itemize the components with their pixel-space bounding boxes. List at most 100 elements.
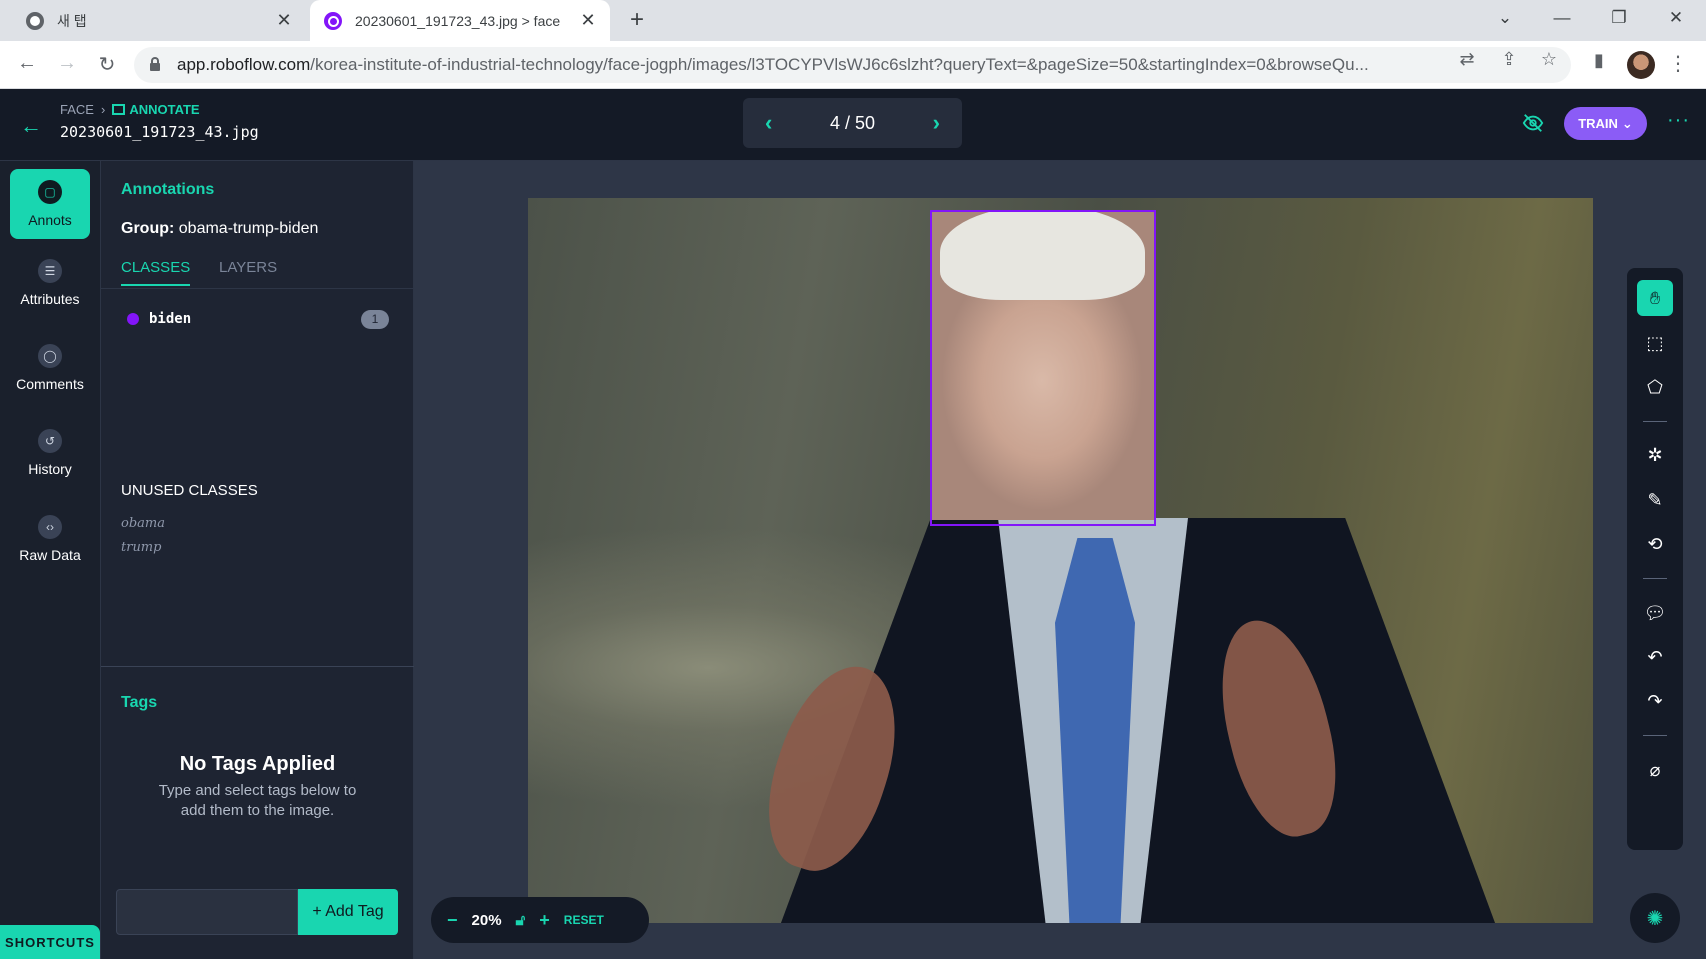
chevron-down-icon: ⌄: [1621, 115, 1633, 131]
add-tag-button[interactable]: + Add Tag: [298, 889, 398, 935]
repeat-icon[interactable]: ⟲: [1637, 526, 1673, 562]
reset-zoom-button[interactable]: RESET: [564, 913, 604, 927]
chrome-icon: [26, 11, 44, 30]
address-bar[interactable]: app.roboflow.com/korea-institute-of-indu…: [134, 47, 1571, 83]
shortcuts-button[interactable]: SHORTCUTS: [0, 925, 100, 959]
code-icon: ‹›: [38, 515, 62, 539]
rail-item-label: Comments: [16, 376, 84, 392]
left-rail: ▢ Annots ☰ Attributes ◯ Comments ↺ Histo…: [0, 161, 101, 959]
image-counter: 4 / 50: [829, 112, 876, 133]
rail-item-label: Annots: [28, 212, 72, 228]
class-color-dot: [127, 313, 139, 325]
tab-search-icon[interactable]: ⌄: [1490, 8, 1520, 28]
chevron-right-icon: ›: [100, 102, 106, 117]
hand-tool-icon[interactable]: ✋︎: [1637, 280, 1673, 316]
comment-icon: ◯: [38, 344, 62, 368]
bounding-box-icon: [112, 104, 126, 115]
profile-avatar[interactable]: [1627, 51, 1655, 79]
rail-item-comments[interactable]: ◯ Comments: [10, 333, 90, 403]
annotation-canvas[interactable]: − 20% 🔓︎ + RESET ✋︎ ⬚ ⬠ ✲ ✎ ⟲ 💬︎ ↶ ↷ ⌀ ✺: [414, 161, 1706, 959]
polygon-tool-icon[interactable]: ⬠: [1637, 369, 1673, 405]
rail-item-history[interactable]: ↺ History: [10, 418, 90, 488]
rail-item-label: History: [28, 461, 72, 477]
bounding-box-biden[interactable]: [930, 210, 1156, 526]
rail-item-label: Attributes: [20, 291, 80, 307]
minimize-button[interactable]: —: [1547, 8, 1577, 28]
panel-title: Annotations: [121, 181, 215, 198]
unused-class-obama[interactable]: obama: [121, 516, 165, 531]
browser-tab-bar: 새 탭 ✕ 20230601_191723_43.jpg > face ✕ + …: [0, 0, 1706, 41]
annotation-icon: ▢: [38, 180, 62, 204]
browser-toolbar: ← → ↻ app.roboflow.com/korea-institute-o…: [0, 41, 1706, 89]
browser-tab-new[interactable]: 새 탭 ✕: [0, 0, 306, 41]
tool-palette: ✋︎ ⬚ ⬠ ✲ ✎ ⟲ 💬︎ ↶ ↷ ⌀: [1627, 268, 1683, 850]
zoom-controls: − 20% 🔓︎ + RESET: [431, 897, 649, 943]
roboflow-icon: [324, 11, 342, 30]
image-being-annotated[interactable]: [528, 198, 1593, 923]
tab-classes[interactable]: CLASSES: [121, 259, 191, 286]
restore-button[interactable]: ❐: [1604, 8, 1634, 28]
train-button[interactable]: TRAIN ⌄: [1564, 107, 1647, 140]
null-annotation-icon[interactable]: ⌀: [1637, 752, 1673, 788]
rail-item-attributes[interactable]: ☰ Attributes: [10, 248, 90, 318]
more-options-icon[interactable]: ···: [1667, 109, 1690, 132]
class-item-biden[interactable]: biden 1: [127, 308, 389, 330]
toolbar-divider: [1643, 578, 1667, 579]
group-label: Group: obama-trump-biden: [121, 220, 319, 237]
unlock-icon[interactable]: 🔓︎: [516, 912, 526, 929]
magic-wand-icon[interactable]: ✎: [1637, 482, 1673, 518]
window-close-button[interactable]: ✕: [1661, 8, 1691, 28]
breadcrumb-project[interactable]: FACE: [60, 102, 94, 117]
reload-icon[interactable]: ↻: [93, 52, 121, 77]
eye-off-icon[interactable]: [1522, 112, 1544, 134]
class-name: biden: [149, 311, 192, 327]
tab-layers[interactable]: LAYERS: [219, 259, 277, 276]
breadcrumb: FACE › ANNOTATE: [60, 102, 200, 117]
bounding-box-tool-icon[interactable]: ⬚: [1637, 325, 1673, 361]
next-image-button[interactable]: ›: [933, 110, 940, 136]
breadcrumb-annotate[interactable]: ANNOTATE: [112, 102, 200, 117]
browser-menu-icon[interactable]: ⋮: [1668, 51, 1688, 76]
tags-heading: Tags: [121, 694, 158, 711]
tags-empty-state: No Tags Applied Type and select tags bel…: [101, 753, 414, 821]
close-icon[interactable]: ✕: [576, 10, 600, 31]
list-icon: ☰: [38, 259, 62, 283]
star-icon[interactable]: ☆: [1537, 49, 1561, 70]
group-value: obama-trump-biden: [178, 220, 319, 237]
browser-tab-active[interactable]: 20230601_191723_43.jpg > face ✕: [310, 0, 610, 41]
rail-item-raw-data[interactable]: ‹› Raw Data: [10, 504, 90, 574]
photo-tie: [1055, 538, 1135, 923]
comment-tool-icon[interactable]: 💬︎: [1637, 595, 1673, 631]
unused-classes-heading: UNUSED CLASSES: [121, 482, 258, 499]
image-filename: 20230601_191723_43.jpg: [60, 123, 259, 141]
close-icon[interactable]: ✕: [272, 10, 296, 31]
tags-empty-description: Type and select tags below to: [158, 782, 357, 799]
side-panel-icon[interactable]: ▮: [1587, 50, 1611, 71]
new-tab-button[interactable]: +: [624, 7, 650, 33]
zoom-out-button[interactable]: −: [447, 910, 458, 931]
undo-icon[interactable]: ↶: [1637, 639, 1673, 675]
toolbar-divider: [1643, 421, 1667, 422]
class-count-badge: 1: [361, 309, 389, 329]
settings-icon[interactable]: ✺: [1630, 893, 1680, 943]
rail-item-label: Raw Data: [19, 547, 81, 563]
smart-polygon-icon[interactable]: ✲: [1637, 437, 1673, 473]
tags-empty-description: add them to the image.: [180, 802, 335, 819]
share-icon[interactable]: ⇪: [1497, 49, 1521, 70]
previous-image-button[interactable]: ‹: [765, 110, 772, 136]
tags-empty-heading: No Tags Applied: [179, 753, 336, 775]
unused-class-trump[interactable]: trump: [121, 540, 161, 555]
toolbar-divider: [1643, 735, 1667, 736]
back-icon[interactable]: ←: [13, 52, 41, 75]
history-icon: ↺: [38, 429, 62, 453]
image-pager: ‹ 4 / 50 ›: [743, 98, 962, 148]
rail-item-annots[interactable]: ▢ Annots: [10, 169, 90, 239]
back-arrow-icon[interactable]: ←: [20, 113, 42, 139]
translate-icon[interactable]: ⇄: [1455, 49, 1479, 70]
zoom-in-button[interactable]: +: [539, 910, 550, 931]
redo-icon[interactable]: ↷: [1637, 683, 1673, 719]
tag-input[interactable]: [116, 889, 298, 935]
annotations-panel: Annotations Group: obama-trump-biden CLA…: [101, 161, 414, 959]
divider: [101, 666, 414, 667]
forward-icon[interactable]: →: [53, 52, 81, 75]
